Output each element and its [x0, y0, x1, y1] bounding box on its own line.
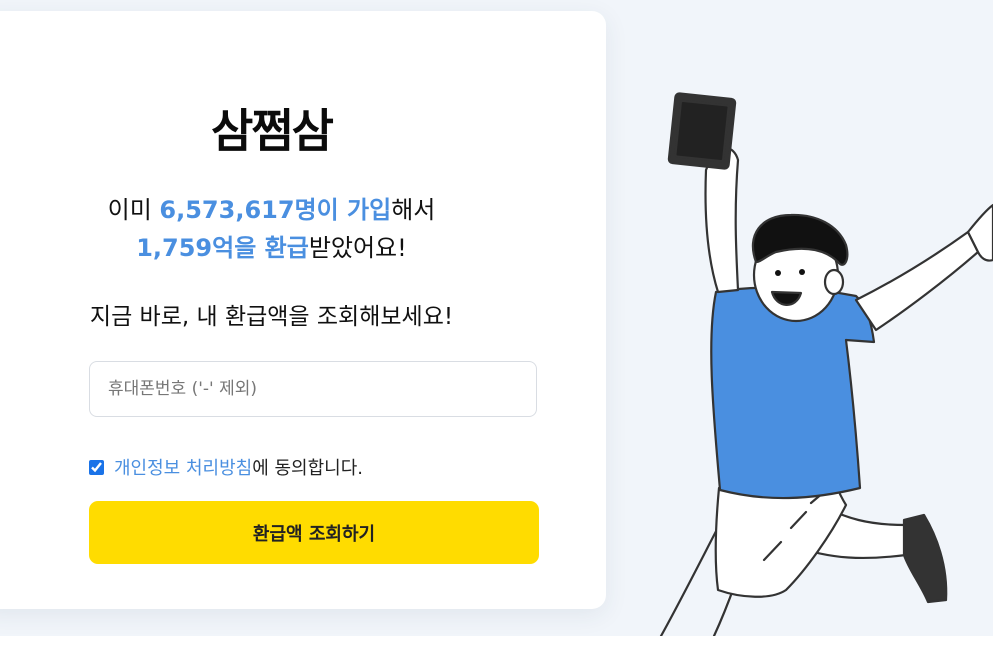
stats-suffix-1: 해서 — [391, 196, 436, 224]
phone-input[interactable] — [89, 361, 537, 417]
brand-logo: 삼쩜삼 — [211, 104, 334, 158]
privacy-policy-link[interactable]: 개인정보 처리방침 — [114, 454, 252, 480]
agree-checkbox[interactable] — [89, 459, 104, 475]
cta-heading: 지금 바로, 내 환급액을 조회해보세요! — [89, 304, 454, 330]
agree-suffix: 에 동의합니다. — [252, 458, 364, 479]
stats-line-1: 이미 6,573,617명이 가입해서 — [0, 191, 543, 229]
refund-total: 1,759억을 환급 — [136, 234, 309, 262]
stats-line-2: 1,759억을 환급받았어요! — [0, 229, 543, 267]
stats-suffix-2: 받았어요! — [308, 234, 407, 262]
stats-prefix: 이미 — [107, 196, 160, 224]
check-refund-button[interactable]: 환급액 조회하기 — [89, 501, 539, 564]
member-count: 6,573,617명이 가입 — [159, 196, 392, 224]
jumping-person-illustration — [659, 92, 993, 636]
agree-row: 개인정보 처리방침 에 동의합니다. — [89, 454, 363, 480]
footer-band — [0, 636, 993, 672]
stats-text: 이미 6,573,617명이 가입해서 1,759억을 환급받았어요! — [0, 191, 543, 267]
